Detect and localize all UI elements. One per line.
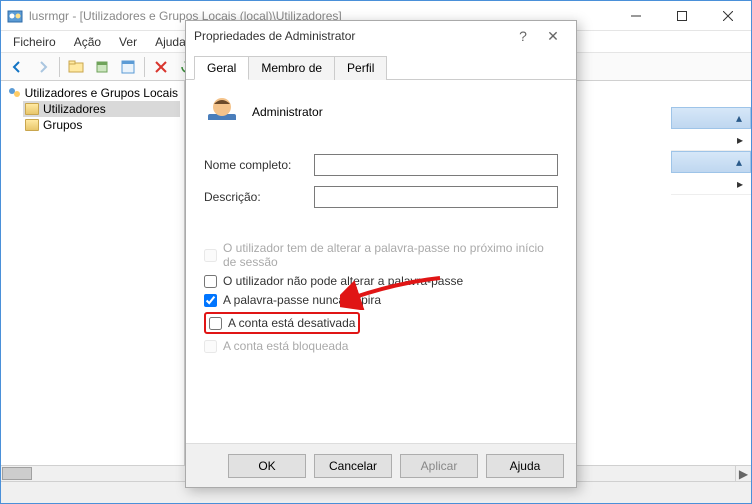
- tree-item-groups[interactable]: Grupos: [23, 117, 180, 133]
- folder-icon: [25, 119, 39, 131]
- description-input[interactable]: [314, 186, 558, 208]
- checkbox-label: A conta está desativada: [228, 316, 355, 330]
- forward-button[interactable]: [31, 55, 55, 79]
- tab-profile[interactable]: Perfil: [334, 56, 387, 80]
- window-controls: [613, 1, 751, 30]
- dialog-titlebar: Propriedades de Administrator ? ✕: [186, 21, 576, 51]
- dialog-close-button[interactable]: ✕: [538, 28, 568, 45]
- menu-file[interactable]: Ficheiro: [5, 33, 64, 51]
- dialog-button-bar: OK Cancelar Aplicar Ajuda: [186, 443, 576, 487]
- dialog-title: Propriedades de Administrator: [194, 29, 508, 43]
- actions-header[interactable]: ▴: [671, 151, 751, 173]
- highlight-annotation: A conta está desativada: [204, 312, 360, 334]
- cancel-button[interactable]: Cancelar: [314, 454, 392, 478]
- ok-button[interactable]: OK: [228, 454, 306, 478]
- window-button[interactable]: [116, 55, 140, 79]
- actions-item[interactable]: ▸: [671, 129, 751, 151]
- scroll-thumb[interactable]: [2, 467, 32, 480]
- app-icon: [7, 8, 23, 24]
- tree-root-label: Utilizadores e Grupos Locais: [25, 86, 178, 100]
- fullname-label: Nome completo:: [204, 158, 314, 172]
- back-button[interactable]: [5, 55, 29, 79]
- properties-dialog: Propriedades de Administrator ? ✕ Geral …: [185, 20, 577, 488]
- apply-button[interactable]: Aplicar: [400, 454, 478, 478]
- checkbox-password-never-expires[interactable]: A palavra-passe nunca expira: [204, 293, 558, 307]
- checkbox-label: A palavra-passe nunca expira: [223, 293, 381, 307]
- folder-button[interactable]: [64, 55, 88, 79]
- tree-item-users[interactable]: Utilizadores: [23, 101, 180, 117]
- folder-icon: [25, 103, 39, 115]
- fullname-row: Nome completo:: [204, 154, 558, 176]
- checkbox-label: A conta está bloqueada: [223, 339, 348, 353]
- checkbox-input: [204, 340, 217, 353]
- description-row: Descrição:: [204, 186, 558, 208]
- tree-root[interactable]: Utilizadores e Grupos Locais: [5, 85, 180, 101]
- menu-view[interactable]: Ver: [111, 33, 145, 51]
- users-groups-icon: [7, 86, 21, 100]
- checkbox-must-change-password: O utilizador tem de alterar a palavra-pa…: [204, 241, 558, 269]
- toolbar-separator: [59, 57, 60, 77]
- minimize-button[interactable]: [613, 1, 659, 30]
- checkbox-label: O utilizador tem de alterar a palavra-pa…: [223, 241, 558, 269]
- actions-header[interactable]: ▴: [671, 107, 751, 129]
- tree-pane[interactable]: Utilizadores e Grupos Locais Utilizadore…: [1, 81, 185, 465]
- checkbox-cannot-change-password[interactable]: O utilizador não pode alterar a palavra-…: [204, 274, 558, 288]
- tab-member-of[interactable]: Membro de: [248, 56, 335, 80]
- username-label: Administrator: [252, 105, 323, 119]
- checkbox-input[interactable]: [209, 317, 222, 330]
- properties-button[interactable]: [90, 55, 114, 79]
- user-icon: [204, 94, 240, 130]
- scroll-right-arrow[interactable]: ▶: [735, 466, 751, 481]
- checkbox-input[interactable]: [204, 294, 217, 307]
- checkbox-label: O utilizador não pode alterar a palavra-…: [223, 274, 463, 288]
- description-label: Descrição:: [204, 190, 314, 204]
- dialog-body: Administrator Nome completo: Descrição: …: [186, 80, 576, 443]
- tab-general[interactable]: Geral: [194, 56, 249, 80]
- delete-button[interactable]: [149, 55, 173, 79]
- dialog-help-button[interactable]: ?: [508, 28, 538, 44]
- checkbox-account-disabled[interactable]: A conta está desativada: [209, 316, 355, 330]
- help-button[interactable]: Ajuda: [486, 454, 564, 478]
- actions-pane: ▴ ▸ ▴ ▸: [671, 107, 751, 195]
- menu-action[interactable]: Ação: [66, 33, 109, 51]
- tree-label-groups: Grupos: [43, 118, 82, 132]
- checkbox-input[interactable]: [204, 275, 217, 288]
- actions-item[interactable]: ▸: [671, 173, 751, 195]
- close-button[interactable]: [705, 1, 751, 30]
- tab-strip: Geral Membro de Perfil: [186, 51, 576, 80]
- fullname-input[interactable]: [314, 154, 558, 176]
- toolbar-separator: [144, 57, 145, 77]
- tree-label-users: Utilizadores: [43, 102, 106, 116]
- checkbox-input: [204, 249, 217, 262]
- user-header: Administrator: [204, 94, 558, 130]
- checkbox-account-locked: A conta está bloqueada: [204, 339, 558, 353]
- maximize-button[interactable]: [659, 1, 705, 30]
